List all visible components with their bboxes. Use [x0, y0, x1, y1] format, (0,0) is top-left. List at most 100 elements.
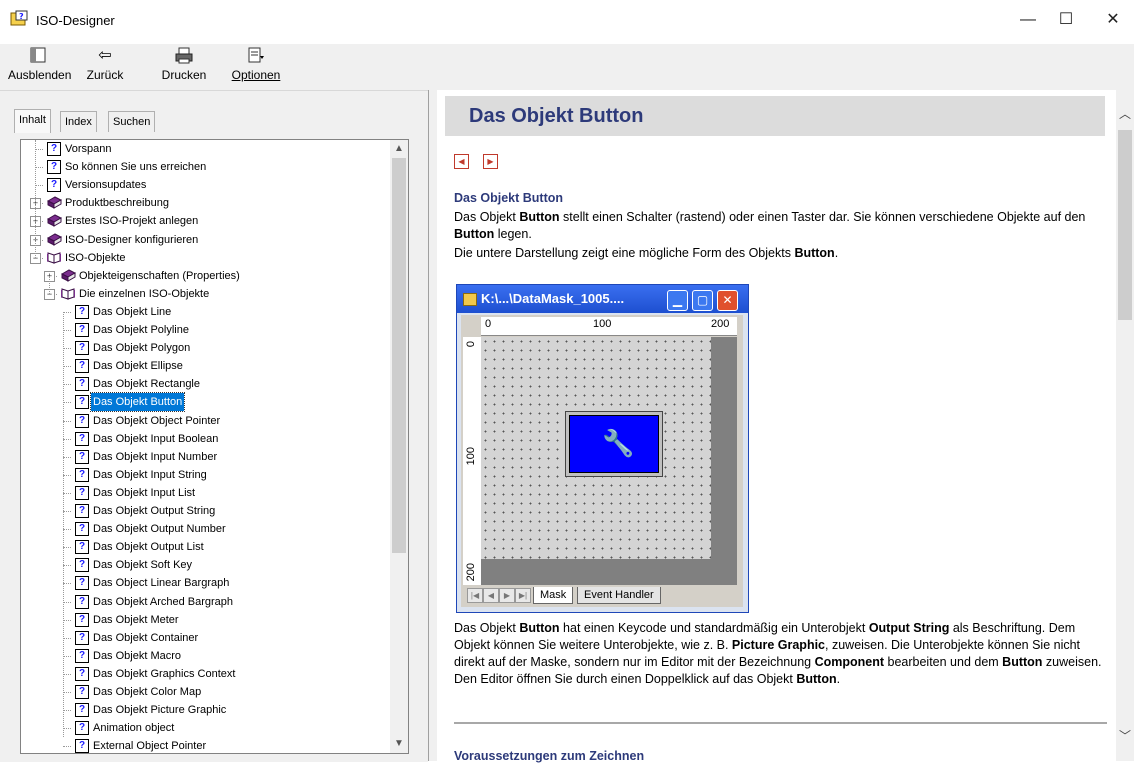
- tree-item-label: ISO-Designer konfigurieren: [65, 233, 199, 246]
- help-page-icon: ?: [75, 594, 89, 609]
- maximize-button[interactable]: ☐: [1048, 8, 1084, 32]
- help-page-icon: ?: [47, 160, 61, 175]
- content-scrollbar[interactable]: ︿ ﹀: [1116, 90, 1134, 761]
- help-page-icon: ?: [75, 413, 89, 428]
- mask-canvas-area: 🔧: [481, 337, 737, 585]
- bold-term: Button: [794, 246, 835, 260]
- next-topic-icon[interactable]: ▶: [483, 154, 498, 169]
- tree-item[interactable]: ? Versionsupdates: [21, 176, 381, 194]
- scroll-down-icon[interactable]: ▼: [390, 735, 408, 753]
- tree-item-label: Das Objekt Rectangle: [93, 378, 200, 391]
- tree-guide-line: [49, 275, 50, 294]
- content-scroll-thumb[interactable]: [1118, 130, 1132, 320]
- datamask-screenshot: K:\...\DataMask_1005.... ▁ ▢ ✕ 0 100 200…: [456, 284, 749, 613]
- minimize-button[interactable]: —: [1010, 8, 1046, 32]
- tree-guide-line: [35, 140, 36, 258]
- tree-item[interactable]: ? External Object Pointer: [21, 737, 381, 753]
- topic-heading-bar: Das Objekt Button: [445, 96, 1105, 136]
- tree-item[interactable]: ? Das Objekt Input Number: [21, 448, 381, 466]
- closed-book-icon: [47, 196, 62, 210]
- help-page-icon: ?: [47, 142, 61, 156]
- content-pane: Das Objekt Button ◀ ▶ Das Objekt Button …: [437, 90, 1134, 763]
- pane-splitter[interactable]: [428, 90, 437, 761]
- tree-item[interactable]: ? Das Objekt Output Number: [21, 520, 381, 538]
- tree-item[interactable]: + Objekteigenschaften (Properties): [21, 267, 381, 285]
- first-sheet-icon: |◀: [467, 588, 483, 603]
- hide-pane-icon: [28, 46, 48, 66]
- content-scroll-down-icon[interactable]: ﹀: [1116, 726, 1134, 746]
- help-page-icon: ?: [75, 467, 89, 482]
- tree-item[interactable]: ? Das Objekt Rectangle: [21, 375, 381, 393]
- content-scroll-up-icon[interactable]: ︿: [1116, 104, 1134, 124]
- tree-connector: [63, 529, 71, 531]
- tree-item-label: Das Objekt Line: [93, 305, 172, 318]
- help-page-icon: ?: [75, 612, 89, 627]
- tree-scrollbar[interactable]: ▲ ▼: [390, 140, 408, 753]
- tree-item[interactable]: ? Das Objekt Graphics Context: [21, 665, 381, 683]
- tree-item[interactable]: ? Das Object Linear Bargraph: [21, 574, 381, 592]
- tree-item[interactable]: ? Das Objekt Macro: [21, 647, 381, 665]
- tree-item[interactable]: ? Das Objekt Arched Bargraph: [21, 593, 381, 611]
- tree-item[interactable]: ? Das Objekt Meter: [21, 611, 381, 629]
- tree-connector: [63, 673, 71, 675]
- help-page-icon: ?: [75, 485, 89, 500]
- tree-item[interactable]: ? Das Objekt Input String: [21, 466, 381, 484]
- tree-connector: [63, 402, 71, 404]
- tree-item[interactable]: ? Das Objekt Object Pointer: [21, 412, 381, 430]
- tree-item[interactable]: ? Das Objekt Line: [21, 303, 381, 321]
- tree-item[interactable]: ? Das Objekt Soft Key: [21, 556, 381, 574]
- tree-item[interactable]: ? Vorspann: [21, 140, 381, 158]
- tree-connector: [63, 348, 71, 350]
- tab-contents[interactable]: Inhalt: [14, 109, 51, 133]
- ruler-v-label: 0: [465, 341, 477, 348]
- tree-connector: [63, 655, 71, 657]
- options-button[interactable]: Optionen: [228, 46, 284, 82]
- previous-topic-icon[interactable]: ◀: [454, 154, 469, 169]
- tree-item[interactable]: ? Das Objekt Color Map: [21, 683, 381, 701]
- options-label: Optionen: [231, 68, 281, 82]
- paragraph-text: hat einen Keycode und standardmäßig ein …: [559, 621, 869, 635]
- tree-item[interactable]: ? Das Objekt Polyline: [21, 321, 381, 339]
- closed-book-icon: [47, 214, 62, 228]
- tree-item[interactable]: ? Das Objekt Input List: [21, 484, 381, 502]
- tree-item[interactable]: ? Das Objekt Picture Graphic: [21, 701, 381, 719]
- tree-item-label: Das Objekt Soft Key: [93, 559, 193, 572]
- tree-item[interactable]: ? So können Sie uns erreichen: [21, 158, 381, 176]
- tree-item[interactable]: ? Das Objekt Output List: [21, 538, 381, 556]
- hide-button[interactable]: Ausblenden: [8, 46, 71, 82]
- tree-item[interactable]: ? Das Objekt Button: [21, 392, 381, 413]
- mask-canvas: 🔧: [481, 337, 711, 559]
- tree-item[interactable]: − ISO-Objekte: [21, 249, 381, 267]
- help-page-icon: ?: [75, 630, 89, 645]
- tree-scroll-thumb[interactable]: [392, 158, 406, 553]
- tab-search[interactable]: Suchen: [108, 111, 156, 132]
- tree-connector: [63, 601, 71, 603]
- scroll-up-icon[interactable]: ▲: [390, 140, 408, 158]
- bold-term: Component: [814, 655, 885, 669]
- ruler-h-label: 100: [593, 318, 612, 330]
- tree-item[interactable]: ? Das Objekt Polygon: [21, 339, 381, 357]
- tree-item[interactable]: + ISO-Designer konfigurieren: [21, 231, 381, 249]
- close-button[interactable]: ✕: [1095, 8, 1131, 32]
- print-label: Drucken: [161, 68, 207, 82]
- next-sheet-icon: ▶: [499, 588, 515, 603]
- tree-item[interactable]: − Die einzelnen ISO-Objekte: [21, 285, 381, 303]
- tree-item[interactable]: ? Das Objekt Output String: [21, 502, 381, 520]
- tree-item-label: Das Objekt Polygon: [93, 342, 191, 355]
- tree-item-label: Produktbeschreibung: [65, 197, 169, 210]
- paragraph-text: Das Objekt: [454, 621, 520, 635]
- section-title: Das Objekt Button: [454, 191, 564, 205]
- tree-item[interactable]: ? Das Objekt Container: [21, 629, 381, 647]
- tree-item[interactable]: + Erstes ISO-Projekt anlegen: [21, 212, 381, 230]
- tree-item[interactable]: ? Das Objekt Ellipse: [21, 357, 381, 375]
- tree-connector: [63, 692, 71, 693]
- tree-item[interactable]: ? Animation object: [21, 719, 381, 737]
- tree-item[interactable]: + Produktbeschreibung: [21, 194, 381, 212]
- help-page-icon: ?: [75, 540, 89, 555]
- tree-connector: [35, 149, 43, 150]
- tab-index[interactable]: Index: [60, 111, 97, 132]
- tree-item[interactable]: ? Das Objekt Input Boolean: [21, 430, 381, 448]
- print-button[interactable]: Drucken: [158, 46, 210, 82]
- window-title: ISO-Designer: [36, 13, 115, 28]
- back-button[interactable]: ⇦ Zurück: [80, 46, 130, 82]
